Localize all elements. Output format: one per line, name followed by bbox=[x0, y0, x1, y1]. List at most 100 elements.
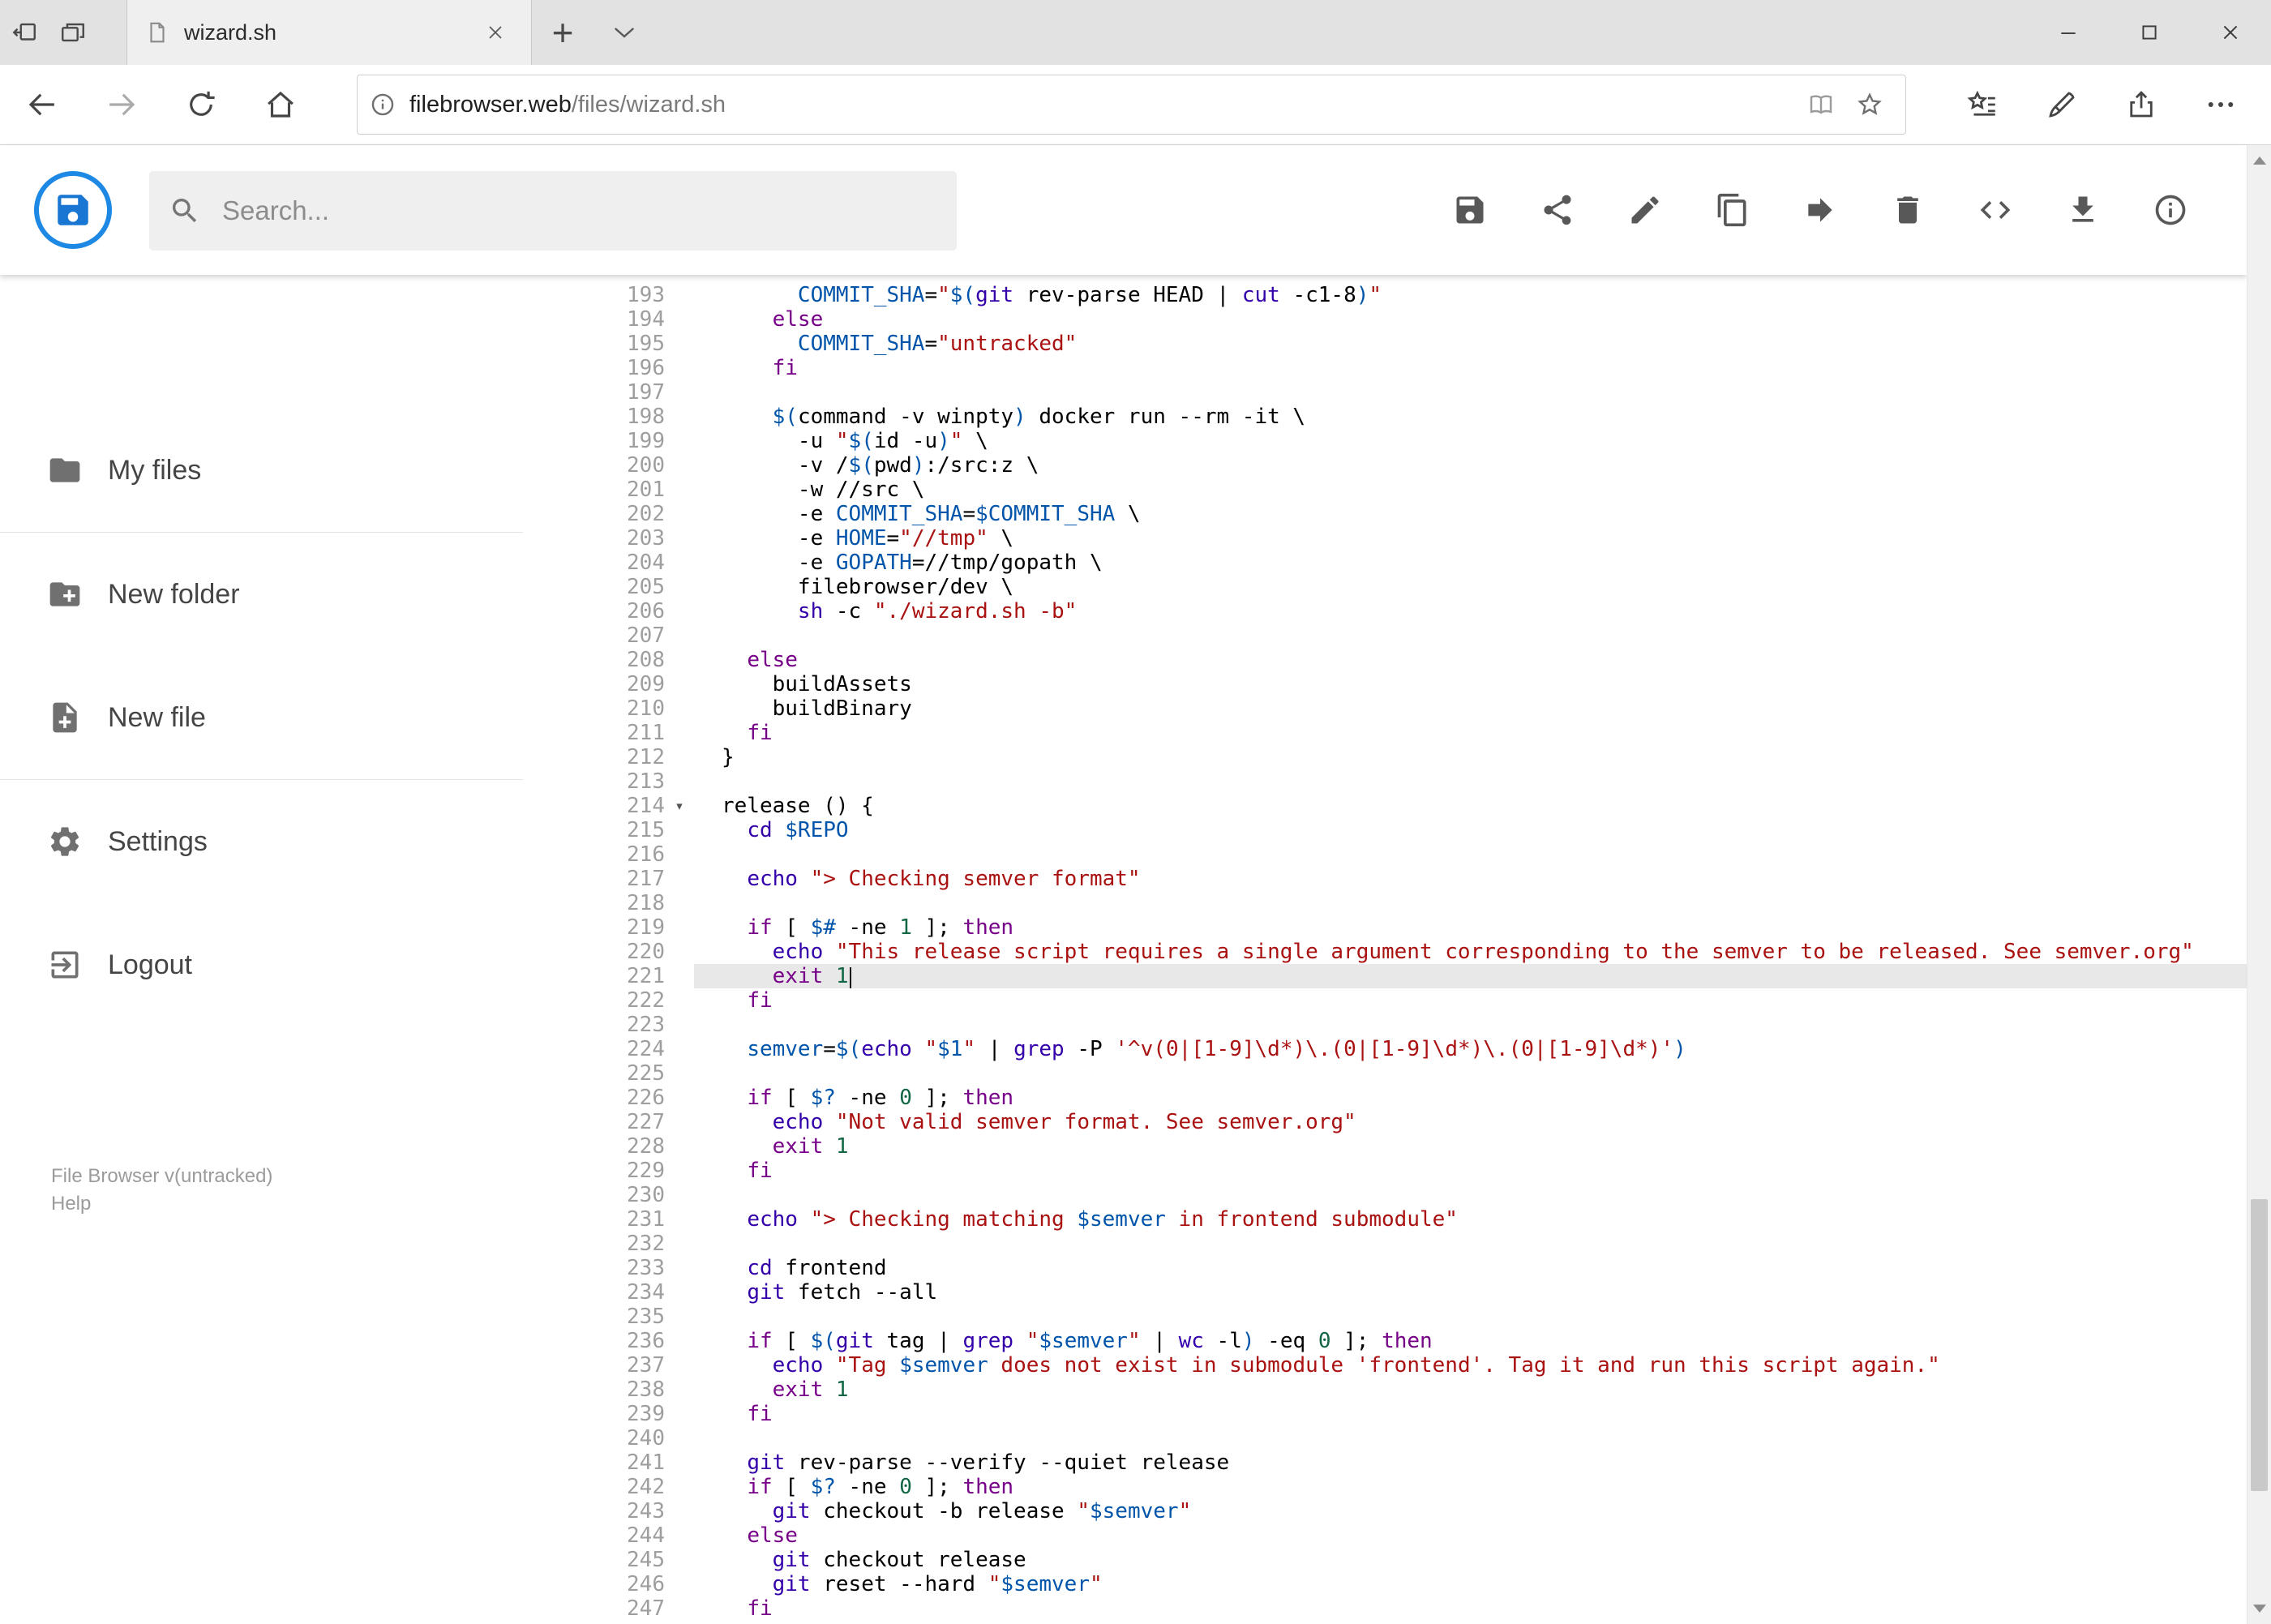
code-line[interactable]: buildAssets bbox=[694, 672, 2247, 696]
search-bar[interactable] bbox=[149, 171, 957, 251]
share-button[interactable] bbox=[1540, 192, 1575, 228]
code-line[interactable] bbox=[694, 1305, 2247, 1329]
move-button[interactable] bbox=[1802, 192, 1838, 228]
code-line[interactable]: cd frontend bbox=[694, 1256, 2247, 1280]
code-line[interactable]: echo "This release script requires a sin… bbox=[694, 940, 2247, 964]
code-line[interactable] bbox=[694, 1013, 2247, 1037]
code-line[interactable] bbox=[694, 380, 2247, 405]
code-line[interactable]: if [ $# -ne 1 ]; then bbox=[694, 915, 2247, 940]
code-line[interactable]: -v /$(pwd):/src:z \ bbox=[694, 453, 2247, 478]
close-button[interactable] bbox=[2190, 0, 2271, 65]
code-line[interactable]: else bbox=[694, 1523, 2247, 1548]
code-line[interactable]: fi bbox=[694, 1596, 2247, 1621]
sidebar-item-my-files[interactable]: My files bbox=[0, 409, 535, 532]
code-line[interactable]: fi bbox=[694, 356, 2247, 380]
download-button[interactable] bbox=[2065, 192, 2101, 228]
code-line[interactable]: else bbox=[694, 307, 2247, 332]
browser-tab[interactable]: wizard.sh bbox=[126, 0, 532, 65]
tab-close-icon[interactable] bbox=[478, 15, 513, 50]
code-line[interactable]: filebrowser/dev \ bbox=[694, 575, 2247, 599]
code-line[interactable]: if [ $(git tag | grep "$semver" | wc -l)… bbox=[694, 1329, 2247, 1353]
code-line[interactable]: sh -c "./wizard.sh -b" bbox=[694, 599, 2247, 623]
code-line[interactable] bbox=[694, 1183, 2247, 1207]
new-tab-button[interactable]: + bbox=[532, 0, 593, 65]
sidebar-item-new-file[interactable]: New file bbox=[0, 656, 535, 779]
code-line[interactable]: exit 1 bbox=[694, 964, 2247, 988]
url-text[interactable]: filebrowser.web/files/wizard.sh bbox=[409, 92, 1797, 118]
code-line[interactable]: COMMIT_SHA="$(git rev-parse HEAD | cut -… bbox=[694, 283, 2247, 307]
code-line[interactable]: -e HOME="//tmp" \ bbox=[694, 526, 2247, 551]
code-line[interactable]: -e COMMIT_SHA=$COMMIT_SHA \ bbox=[694, 502, 2247, 526]
code-line[interactable]: exit 1 bbox=[694, 1134, 2247, 1159]
scroll-up-arrow-icon[interactable] bbox=[2253, 156, 2266, 165]
code-line[interactable]: semver=$(echo "$1" | grep -P '^v(0|[1-9]… bbox=[694, 1037, 2247, 1061]
code-line[interactable]: fi bbox=[694, 1159, 2247, 1183]
add-favorite-star-icon[interactable] bbox=[1845, 80, 1894, 129]
code-line[interactable]: } bbox=[694, 745, 2247, 769]
site-info-icon[interactable] bbox=[369, 91, 396, 118]
code-line[interactable]: git checkout -b release "$semver" bbox=[694, 1499, 2247, 1523]
back-button[interactable] bbox=[13, 75, 71, 134]
code-line[interactable]: $(command -v winpty) docker run --rm -it… bbox=[694, 405, 2247, 429]
tabs-preview-button[interactable] bbox=[49, 0, 97, 65]
code-line[interactable]: git reset --hard "$semver" bbox=[694, 1572, 2247, 1596]
minimize-button[interactable] bbox=[2028, 0, 2109, 65]
scrollbar-thumb[interactable] bbox=[2251, 1199, 2268, 1491]
more-options-button[interactable] bbox=[2192, 75, 2250, 134]
code-line[interactable]: buildBinary bbox=[694, 696, 2247, 721]
web-note-pen-button[interactable] bbox=[2033, 75, 2091, 134]
code-line[interactable] bbox=[694, 1426, 2247, 1450]
code-line[interactable]: git checkout release bbox=[694, 1548, 2247, 1572]
code-line[interactable]: release () { bbox=[694, 794, 2247, 818]
fold-marker-icon[interactable]: ▾ bbox=[665, 794, 694, 818]
refresh-button[interactable] bbox=[172, 75, 230, 134]
code-view-button[interactable] bbox=[1977, 192, 2013, 228]
code-line[interactable] bbox=[694, 1061, 2247, 1086]
vertical-scrollbar[interactable] bbox=[2247, 145, 2271, 1624]
code-line[interactable]: if [ $? -ne 0 ]; then bbox=[694, 1475, 2247, 1499]
sidebar-item-logout[interactable]: Logout bbox=[0, 903, 535, 1026]
code-line[interactable]: echo "> Checking matching $semver in fro… bbox=[694, 1207, 2247, 1232]
save-button[interactable] bbox=[1452, 192, 1488, 228]
code-line[interactable]: exit 1 bbox=[694, 1378, 2247, 1402]
code-line[interactable]: COMMIT_SHA="untracked" bbox=[694, 332, 2247, 356]
code-line[interactable]: fi bbox=[694, 1402, 2247, 1426]
home-button[interactable] bbox=[251, 75, 310, 134]
code-line[interactable]: -w //src \ bbox=[694, 478, 2247, 502]
filebrowser-logo-icon[interactable] bbox=[34, 171, 112, 249]
scroll-down-arrow-icon[interactable] bbox=[2253, 1605, 2266, 1613]
search-input[interactable] bbox=[221, 195, 937, 227]
code-line[interactable]: -u "$(id -u)" \ bbox=[694, 429, 2247, 453]
reading-view-button[interactable] bbox=[1797, 80, 1845, 129]
editor-code[interactable]: COMMIT_SHA="$(git rev-parse HEAD | cut -… bbox=[694, 283, 2247, 1624]
code-line[interactable]: git rev-parse --verify --quiet release bbox=[694, 1450, 2247, 1475]
sidebar-item-new-folder[interactable]: New folder bbox=[0, 533, 535, 656]
code-line[interactable] bbox=[694, 842, 2247, 867]
tab-preview-chevron-icon[interactable] bbox=[593, 0, 655, 65]
forward-button[interactable] bbox=[92, 75, 151, 134]
code-line[interactable]: else bbox=[694, 648, 2247, 672]
code-line[interactable] bbox=[694, 1232, 2247, 1256]
code-line[interactable]: git fetch --all bbox=[694, 1280, 2247, 1305]
code-line[interactable]: if [ $? -ne 0 ]; then bbox=[694, 1086, 2247, 1110]
code-line[interactable]: cd $REPO bbox=[694, 818, 2247, 842]
rename-button[interactable] bbox=[1627, 192, 1663, 228]
code-line[interactable]: -e GOPATH=//tmp/gopath \ bbox=[694, 551, 2247, 575]
code-line[interactable] bbox=[694, 891, 2247, 915]
maximize-button[interactable] bbox=[2109, 0, 2190, 65]
share-page-button[interactable] bbox=[2112, 75, 2170, 134]
code-editor[interactable]: 193 194 195 196 197 198 199 200 201 202 203 204 205 2… bbox=[551, 275, 2247, 1624]
code-line[interactable] bbox=[694, 769, 2247, 794]
code-line[interactable]: echo "> Checking semver format" bbox=[694, 867, 2247, 891]
set-tabs-aside-button[interactable] bbox=[0, 0, 49, 65]
help-link[interactable]: Help bbox=[51, 1190, 535, 1218]
delete-button[interactable] bbox=[1890, 192, 1926, 228]
code-line[interactable] bbox=[694, 623, 2247, 648]
code-line[interactable]: fi bbox=[694, 988, 2247, 1013]
info-button[interactable] bbox=[2153, 192, 2188, 228]
code-line[interactable]: echo "Not valid semver format. See semve… bbox=[694, 1110, 2247, 1134]
code-line[interactable]: echo "Tag $semver does not exist in subm… bbox=[694, 1353, 2247, 1378]
code-line[interactable]: fi bbox=[694, 721, 2247, 745]
hub-favorites-button[interactable] bbox=[1953, 75, 2012, 134]
address-bar[interactable]: filebrowser.web/files/wizard.sh bbox=[357, 75, 1906, 135]
